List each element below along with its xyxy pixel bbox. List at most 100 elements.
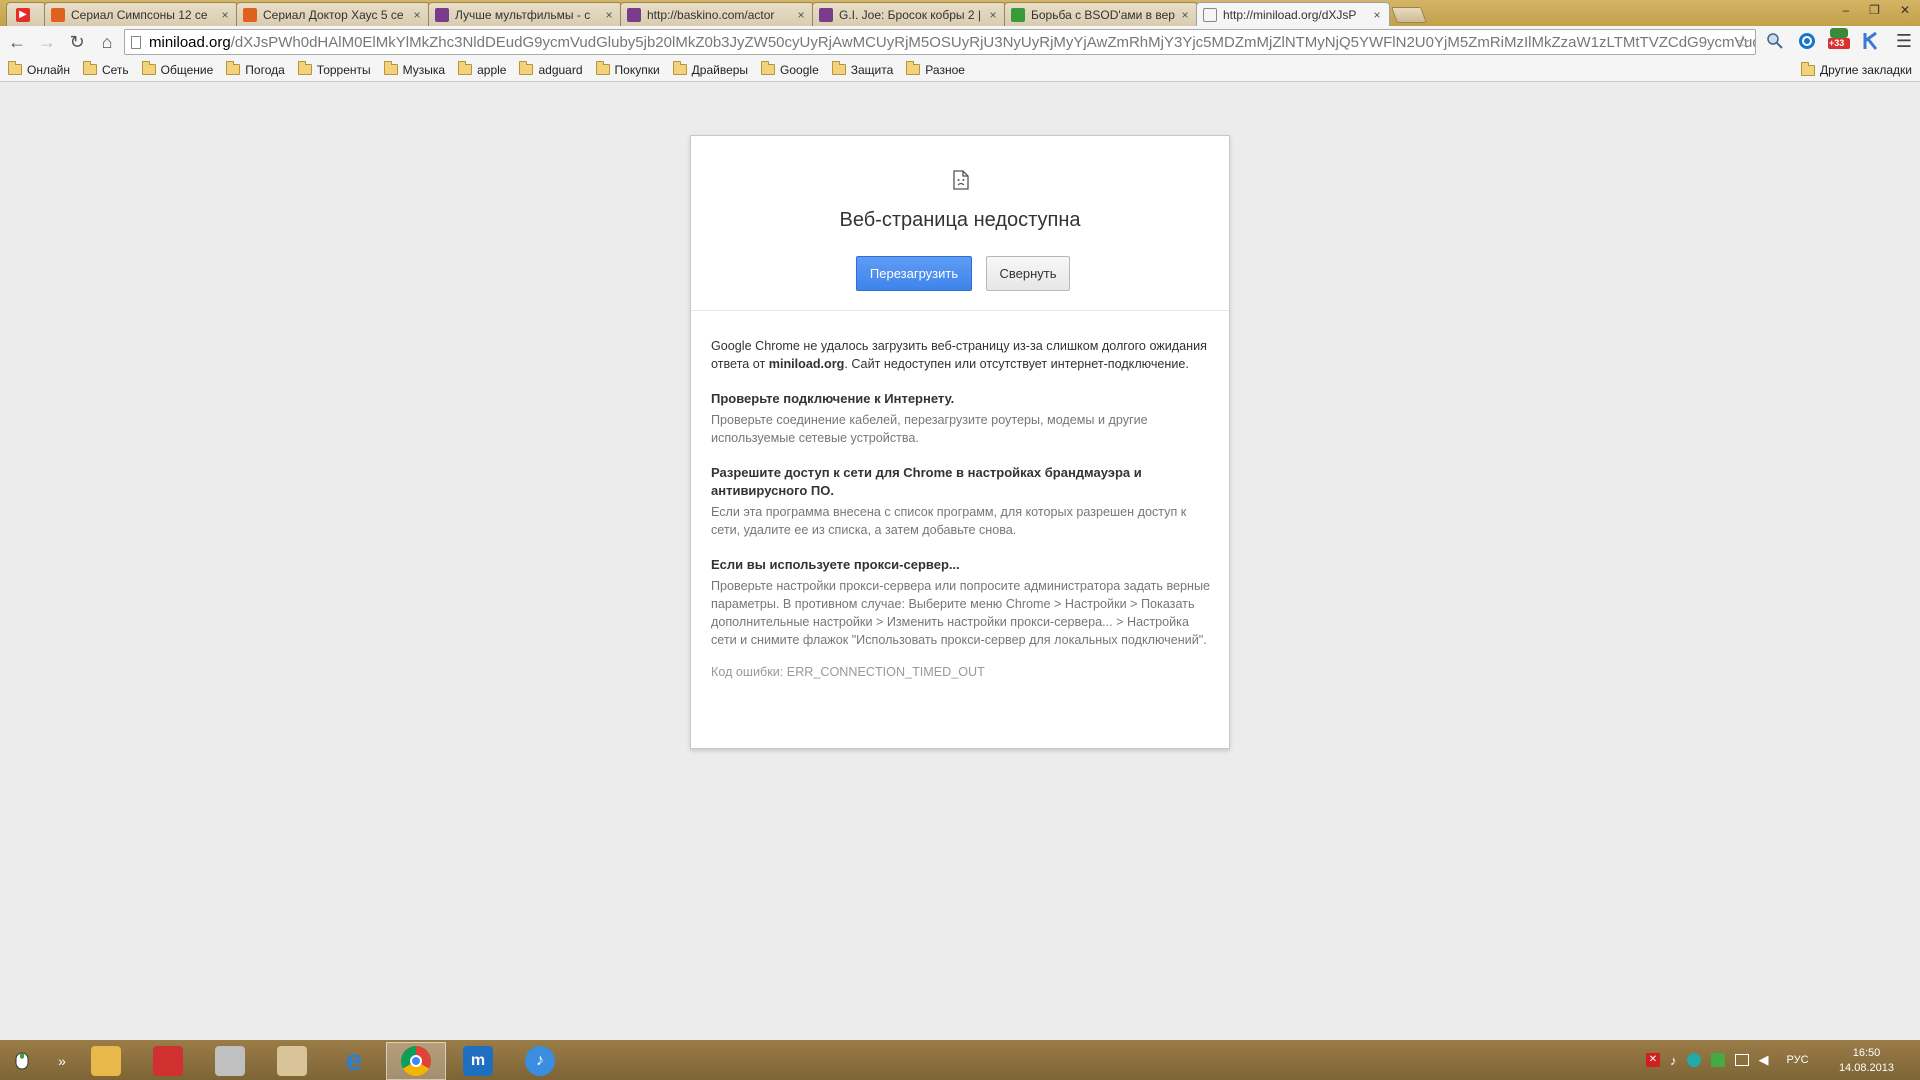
bookmark-folder[interactable]: apple <box>458 61 507 77</box>
collapse-details-button[interactable]: Свернуть <box>986 256 1070 291</box>
minimize-button[interactable]: – <box>1842 3 1849 17</box>
folder-icon <box>906 61 921 75</box>
bookmark-folder[interactable]: Погода <box>226 61 285 77</box>
start-button[interactable] <box>6 1042 38 1080</box>
itunes-icon: ♪ <box>525 1046 555 1076</box>
bookmarks-bar: Онлайн Сеть Общение Погода Торренты Музыка app… <box>0 58 1920 82</box>
bookmark-label: adguard <box>538 62 583 77</box>
tab-close-icon[interactable]: × <box>411 8 423 22</box>
tab-title: Борьба с BSOD'ами в вер <box>1031 7 1175 22</box>
reload-button[interactable]: ↻ <box>62 28 92 56</box>
tab[interactable]: http://baskino.com/actor × <box>620 2 814 26</box>
bookmark-folder[interactable]: Драйверы <box>672 61 748 77</box>
shield-tray-icon[interactable] <box>1710 1053 1725 1067</box>
taskbar-app[interactable] <box>262 1042 322 1080</box>
folder-icon <box>595 61 610 75</box>
folder-icon <box>519 61 534 75</box>
tab-close-icon[interactable]: × <box>603 8 615 22</box>
bookmark-star-icon[interactable]: ☆ <box>1735 32 1751 53</box>
forward-button[interactable]: → <box>32 28 62 56</box>
bookmark-folder[interactable]: Торренты <box>297 61 371 77</box>
error-title: Веб-страница недоступна <box>839 209 1081 231</box>
bookmark-folder[interactable]: Защита <box>831 61 893 77</box>
bookmark-folder[interactable]: Музыка <box>383 61 445 77</box>
tab[interactable]: G.I. Joe: Бросок кобры 2 | × <box>812 2 1006 26</box>
tab[interactable]: http://miniload.org/dXJsP × <box>1196 2 1390 26</box>
error-intro: Google Chrome не удалось загрузить веб-с… <box>711 337 1211 373</box>
folder-icon <box>672 61 687 75</box>
forward-arrow-icon: → <box>38 31 56 52</box>
folder-icon <box>82 61 97 75</box>
shield-site-icon <box>1011 7 1025 22</box>
app-brush-icon <box>277 1046 307 1076</box>
toolbar-overflow[interactable]: » <box>52 1042 72 1080</box>
network-app-tray-icon[interactable] <box>1686 1053 1701 1067</box>
tab-close-icon[interactable]: × <box>795 8 807 22</box>
address-bar[interactable]: miniload.org/dXJsPWh0dHAlM0ElMkYlMkZhc3N… <box>124 29 1756 55</box>
clock[interactable]: 16:50 14.08.2013 <box>1839 1046 1894 1076</box>
bookmark-folder[interactable]: adguard <box>519 61 583 77</box>
youtube-icon: ▶ <box>16 7 30 22</box>
folder-icon <box>383 61 398 75</box>
back-arrow-icon: ← <box>8 31 26 52</box>
tab-close-icon[interactable]: × <box>1179 8 1191 22</box>
clock-date: 14.08.2013 <box>1838 1062 1894 1074</box>
home-icon: ⌂ <box>101 31 113 52</box>
tab[interactable]: Лучше мультфильмы - с × <box>428 2 622 26</box>
bookmark-folder[interactable]: Общение <box>141 61 213 77</box>
antivirus-tray-icon[interactable]: ✕ <box>1646 1053 1660 1067</box>
chrome-menu-icon[interactable]: ☰ <box>1893 30 1915 52</box>
extension-adblock-icon[interactable]: +33 <box>1826 28 1852 50</box>
folder-icon <box>831 61 846 75</box>
taskbar: » ✕ ♪ ◀ РУС 16:50 14.08.2013 e m ♪ <box>0 1040 1920 1080</box>
volume-tray-icon[interactable]: ♪ <box>1670 1053 1677 1068</box>
tab[interactable]: Сериал Доктор Хаус 5 се × <box>236 2 430 26</box>
action-center-icon[interactable] <box>1734 1054 1749 1066</box>
flame-site-icon <box>243 7 257 22</box>
folder-icon <box>458 61 473 75</box>
extension-mail-icon[interactable] <box>1796 30 1818 52</box>
taskbar-app[interactable] <box>200 1042 260 1080</box>
tab[interactable]: Сериал Симпсоны 12 се × <box>44 2 238 26</box>
taskbar-app[interactable] <box>76 1042 136 1080</box>
page-icon <box>1203 7 1217 22</box>
taskbar-app[interactable]: m <box>448 1042 508 1080</box>
film-site-icon <box>627 7 641 22</box>
taskbar-app[interactable] <box>138 1042 198 1080</box>
speaker-icon[interactable]: ◀ <box>1759 1052 1769 1068</box>
tab-title: Сериал Доктор Хаус 5 се <box>263 7 404 22</box>
tab-close-icon[interactable]: × <box>1371 8 1383 22</box>
bookmark-folder[interactable]: Сеть <box>82 61 129 77</box>
bookmark-folder[interactable]: Google <box>761 61 819 77</box>
taskbar-app[interactable]: e <box>324 1042 384 1080</box>
intro-text-end: . Сайт недоступен или отсутствует интерн… <box>844 357 1189 371</box>
internet-explorer-icon: e <box>345 1044 363 1077</box>
reload-page-button[interactable]: Перезагрузить <box>856 256 972 291</box>
error-code: Код ошибки: ERR_CONNECTION_TIMED_OUT <box>711 665 985 679</box>
tab-close-icon[interactable]: × <box>219 8 231 22</box>
bookmark-label: Google <box>780 62 819 77</box>
folder-icon <box>8 61 22 75</box>
language-indicator[interactable]: РУС <box>1787 1054 1809 1066</box>
bookmark-folder[interactable]: Онлайн <box>8 61 70 77</box>
bookmark-other[interactable]: Другие закладки <box>1801 61 1912 77</box>
extension-k-icon[interactable] <box>1860 30 1882 52</box>
folder-icon <box>141 61 156 75</box>
bookmark-folder[interactable]: Покупки <box>595 61 660 77</box>
taskbar-app[interactable]: ♪ <box>510 1042 570 1080</box>
tab-close-icon[interactable]: × <box>987 8 999 22</box>
extension-search-icon[interactable] <box>1764 30 1786 52</box>
home-button[interactable]: ⌂ <box>92 28 122 56</box>
maximize-button[interactable]: ❐ <box>1869 3 1880 17</box>
bookmark-label: Торренты <box>316 62 371 77</box>
back-button[interactable]: ← <box>2 28 32 56</box>
bookmark-folder[interactable]: Разное <box>906 61 965 77</box>
new-tab-button[interactable] <box>1391 7 1427 23</box>
taskbar-app[interactable] <box>386 1042 446 1080</box>
page-icon <box>131 35 141 49</box>
bookmark-label: apple <box>477 62 507 77</box>
tab[interactable]: Борьба с BSOD'ами в вер × <box>1004 2 1198 26</box>
extension-badge: +33 <box>1829 38 1845 48</box>
close-window-button[interactable]: ✕ <box>1900 3 1910 17</box>
tab-pinned[interactable]: ▶ <box>6 2 46 26</box>
